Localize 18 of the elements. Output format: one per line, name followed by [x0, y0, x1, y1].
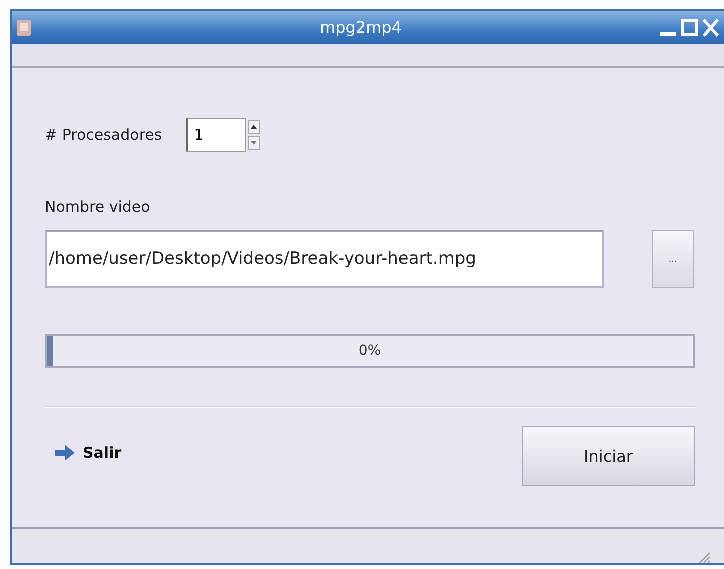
close-button[interactable] [702, 18, 720, 38]
arrow-icon [55, 445, 75, 461]
resize-grip-icon[interactable] [698, 551, 710, 563]
processors-label: # Procesadores [45, 126, 162, 144]
progress-reading: 0% [358, 343, 382, 359]
up-arrow-icon [251, 125, 258, 129]
spin-up-button[interactable] [248, 120, 260, 134]
video-path-field[interactable]: /home/user/Desktop/Videos/Break-your-heart.mpg [45, 230, 604, 288]
spin-down-button[interactable] [248, 136, 260, 150]
window-title: mpg2mp4 [320, 18, 402, 37]
browse-button[interactable]: ... [652, 230, 694, 288]
maximize-button[interactable] [681, 18, 699, 38]
processors-spinbox[interactable]: 1 [186, 118, 246, 152]
app-icon [16, 18, 32, 38]
down-arrow-icon [251, 141, 258, 145]
exit-link[interactable]: Salir [83, 444, 122, 462]
start-button[interactable]: Iniciar [522, 426, 695, 486]
video-name-label: Nombre video [45, 198, 152, 216]
